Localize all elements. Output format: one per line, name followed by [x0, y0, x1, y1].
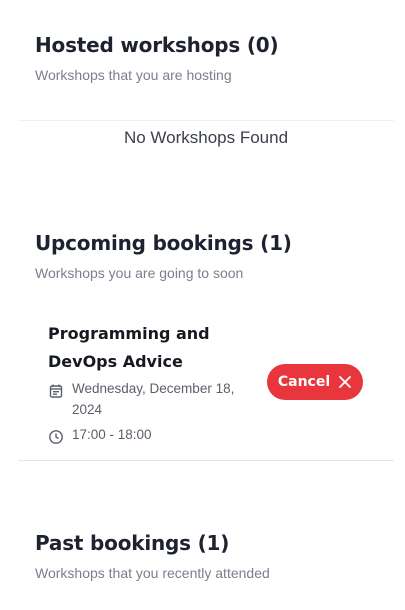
hosted-workshops-title: Hosted workshops (0): [35, 33, 279, 57]
booking-title: Programming and DevOps Advice: [48, 324, 210, 371]
past-bookings-title: Past bookings (1): [35, 531, 230, 555]
booking-date: Wednesday, December 18, 2024: [72, 381, 235, 417]
empty-state-text: No Workshops Found: [123, 128, 289, 147]
past-bookings-subtitle: Workshops that you recently attended: [35, 565, 270, 581]
close-icon: [339, 376, 352, 388]
booking-card: Programming and DevOps Advice Wednesday,…: [18, 312, 394, 461]
cancel-button-label: Cancel: [277, 374, 331, 390]
clock-icon: [49, 430, 63, 444]
booking-time-row: 17:00 - 18:00: [48, 424, 252, 445]
cancel-booking-button[interactable]: Cancel: [267, 364, 363, 400]
calendar-icon: [49, 384, 63, 398]
hosted-workshops-subtitle: Workshops that you are hosting: [35, 67, 232, 83]
hosted-empty-state: No Workshops Found: [18, 120, 394, 155]
upcoming-bookings-subtitle: Workshops you are going to soon: [35, 265, 244, 281]
upcoming-bookings-title: Upcoming bookings (1): [35, 231, 292, 255]
booking-date-row: Wednesday, December 18, 2024: [48, 378, 252, 420]
booking-time: 17:00 - 18:00: [72, 427, 152, 442]
